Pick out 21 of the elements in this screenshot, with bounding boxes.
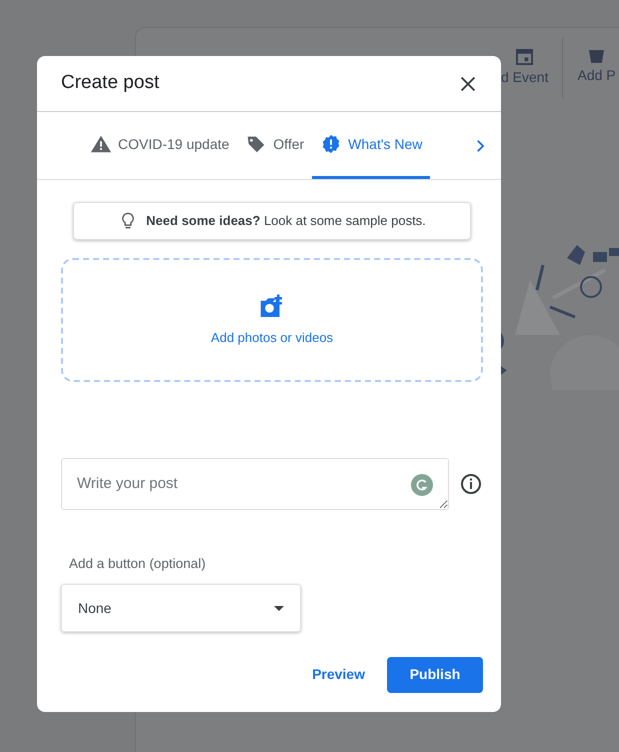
toolbar-label[interactable]: Add P <box>577 65 616 86</box>
tab[interactable]: COVID-19 update <box>82 112 238 179</box>
publish-button[interactable]: Publish <box>387 656 483 693</box>
toolbar-label[interactable]: d Event <box>501 66 548 88</box>
button-type-dropdown[interactable]: None <box>61 584 301 632</box>
preview-button[interactable]: Preview <box>306 656 371 694</box>
media-upload-area[interactable]: Add photos or videos <box>61 258 483 382</box>
calendar-icon <box>516 48 534 64</box>
ideas-text: Need some ideas? Look at some sample posts. <box>146 212 426 230</box>
bag-icon <box>589 50 604 63</box>
dialog-title: Create post <box>61 71 160 96</box>
info-icon[interactable] <box>459 472 483 496</box>
ideas-banner[interactable]: Need some ideas? Look at some sample posts. <box>73 202 471 240</box>
warning-icon <box>90 133 112 155</box>
caret-icon <box>274 606 284 611</box>
upload-label: Add photos or videos <box>210 329 334 348</box>
post-field[interactable]: Write your post <box>61 458 449 510</box>
field-label: Add a button (optional) <box>69 555 207 573</box>
tab[interactable]: Offer <box>237 112 312 179</box>
refresh-badge-icon[interactable] <box>411 474 433 496</box>
tab[interactable]: What's New <box>312 112 430 179</box>
